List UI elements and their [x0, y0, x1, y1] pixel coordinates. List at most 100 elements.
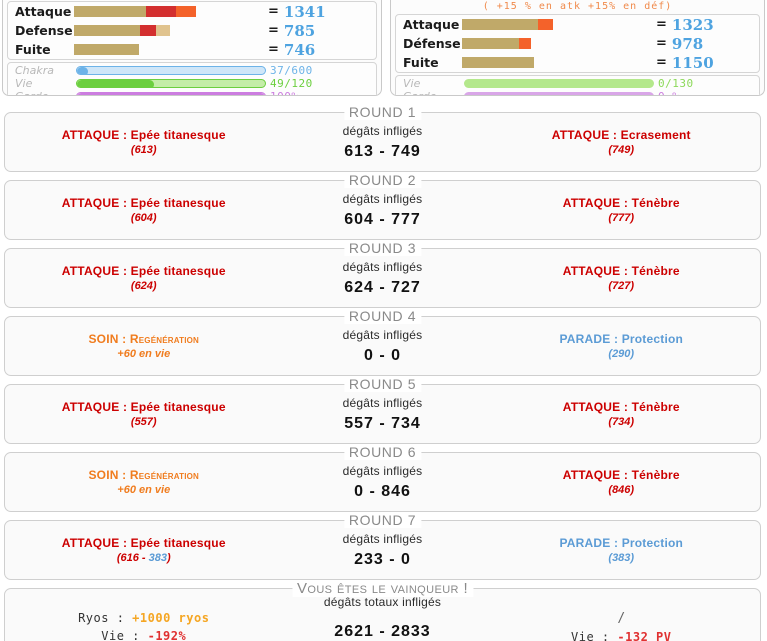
action-value: (290) [608, 348, 635, 360]
gauge-label: Vie [15, 77, 33, 90]
round-damage-column: dégâts infligés 0 - 0 [283, 328, 483, 365]
round-content: SOIN : Regénération +60 en vie dégâts infl… [5, 453, 760, 511]
gauge-label: Chakra [15, 64, 55, 77]
gauge-row: Garde 0 % [396, 90, 759, 95]
round-block: ROUND 7 ATTAQUE : Epée titanesque (616 - 3… [4, 512, 761, 580]
gauge-label: Garde [8, 90, 76, 95]
round-action-left: ATTAQUE : Epée titanesque (613) [5, 128, 283, 156]
gauge-text: 0 % [658, 90, 679, 95]
right-reward-placeholder: / [617, 610, 626, 626]
stat-label: Attaque [403, 17, 460, 32]
stat-bar-segment [156, 25, 170, 36]
ryos-reward: Ryos : +1000 ryos [5, 611, 283, 625]
gauge-fill [465, 80, 653, 87]
round-content: ATTAQUE : Epée titanesque (557) dégâts inf… [5, 385, 760, 443]
action-value: (727) [608, 280, 635, 292]
round-block: ROUND 6 SOIN : Regénération +60 en vie dégâ… [4, 444, 761, 512]
gauge-row: Vie 49/120 [8, 77, 376, 90]
stat-bar-segment [462, 38, 519, 49]
stat-label: Fuite [15, 42, 51, 57]
action-name: ATTAQUE : Ténèbre [562, 400, 680, 414]
gauge-row: Chakra 37/600 [8, 64, 376, 77]
result-block: Vous êtes le vainqueur ! Ryos : +1000 ryo… [4, 580, 761, 641]
stat-equals-sign: = [268, 4, 279, 19]
action-value: (846) [608, 484, 635, 496]
right-vie-result: Vie : -132 PV [483, 630, 761, 641]
total-damage-value: 2621 - 2833 [334, 623, 431, 640]
stat-value: 978 [671, 34, 704, 53]
action-name: ATTAQUE : Epée titanesque [61, 400, 226, 414]
damage-label: dégâts infligés [342, 123, 423, 138]
gauge-text: 100% [270, 90, 299, 95]
right-vie-value: -132 PV [617, 629, 672, 641]
round-block: ROUND 4 SOIN : Regénération +60 en vie dégâ… [4, 308, 761, 376]
stat-row: Defense = 785 [8, 21, 376, 40]
round-title: ROUND 7 [343, 512, 422, 528]
damage-value: 604 - 777 [344, 210, 421, 228]
total-damage-column: dégâts totaux infligés 2621 - 2833 [283, 595, 483, 641]
action-name: PARADE : Protection [559, 536, 684, 550]
left-vie-result: Vie : -192% [5, 629, 283, 641]
gauge-fill [77, 93, 265, 95]
ryos-value: +1000 ryos [132, 611, 210, 625]
round-damage-column: dégâts infligés 613 - 749 [283, 124, 483, 161]
stat-value: 1150 [671, 53, 714, 72]
action-name: ATTAQUE : Epée titanesque [61, 264, 226, 278]
right-stat-box: Attaque = 1323 Défense = 978 Fuite = 1150 [395, 14, 760, 73]
stat-bar [74, 44, 254, 55]
stat-bar-segment [462, 19, 538, 30]
stat-bar-segment [146, 6, 176, 17]
round-damage-column: dégâts infligés 0 - 846 [283, 464, 483, 501]
round-action-right: ATTAQUE : Ténèbre (734) [483, 400, 761, 428]
stat-bar [462, 38, 642, 49]
round-action-right: ATTAQUE : Ténèbre (846) [483, 468, 761, 496]
stat-value: 1341 [283, 2, 326, 21]
battle-report-page: Attaque = 1341 Defense = 785 Fuite = 746 Chakra 3… [0, 0, 767, 641]
stat-equals-sign: = [268, 23, 279, 38]
left-gauge-box: Chakra 37/600 Vie 49/120 Garde 100% [7, 62, 377, 95]
stat-row: Fuite = 746 [8, 40, 376, 59]
damage-label: dégâts infligés [342, 395, 423, 410]
action-value: (749) [608, 144, 635, 156]
action-name: ATTAQUE : Epée titanesque [61, 196, 226, 210]
round-damage-column: dégâts infligés 233 - 0 [283, 532, 483, 569]
stat-row: Défense = 978 [396, 34, 759, 53]
damage-label: dégâts infligés [342, 327, 423, 342]
stat-label: Défense [403, 36, 461, 51]
action-name: ATTAQUE : Ecrasement [551, 128, 691, 142]
gauge-fill [465, 93, 612, 95]
action-value: (734) [608, 416, 635, 428]
damage-value: 613 - 749 [344, 142, 421, 160]
round-damage-column: dégâts infligés 604 - 777 [283, 192, 483, 229]
damage-value: 0 - 0 [363, 346, 401, 364]
gauge-track [76, 79, 266, 88]
result-left-rewards: Ryos : +1000 ryos Vie : -192% [5, 593, 283, 641]
player-left-stat-panel: Attaque = 1341 Defense = 785 Fuite = 746 Chakra 3… [2, 0, 382, 96]
round-action-left: ATTAQUE : Epée titanesque (604) [5, 196, 283, 224]
total-damage-label: dégâts totaux infligés [323, 595, 442, 609]
round-action-right: PARADE : Protection (290) [483, 332, 761, 360]
action-value: (616 - 383) [116, 552, 171, 564]
stat-bar-segment [74, 6, 146, 17]
gauge-label: Garde [396, 90, 464, 95]
round-title: ROUND 2 [343, 172, 422, 188]
stat-label: Attaque [15, 4, 72, 19]
round-action-left: ATTAQUE : Epée titanesque (616 - 383) [5, 536, 283, 564]
round-title: ROUND 1 [343, 104, 422, 120]
action-value: +60 en vie [117, 348, 171, 360]
stat-value: 746 [283, 40, 316, 59]
action-value: (624) [130, 280, 157, 292]
action-name: ATTAQUE : Epée titanesque [61, 536, 226, 550]
left-stat-box: Attaque = 1341 Defense = 785 Fuite = 746 [7, 1, 377, 60]
ryos-label: Ryos : [78, 611, 125, 625]
stat-row: Fuite = 1150 [396, 53, 759, 72]
action-value: +60 en vie [117, 484, 171, 496]
damage-label: dégâts infligés [342, 259, 423, 274]
gauge-fill [77, 67, 89, 74]
round-block: ROUND 2 ATTAQUE : Epée titanesque (604) dég… [4, 172, 761, 240]
gauge-track [464, 92, 654, 95]
round-damage-column: dégâts infligés 624 - 727 [283, 260, 483, 297]
damage-label: dégâts infligés [342, 531, 423, 546]
action-value: (777) [608, 212, 635, 224]
action-name: SOIN : Regénération [88, 332, 200, 346]
